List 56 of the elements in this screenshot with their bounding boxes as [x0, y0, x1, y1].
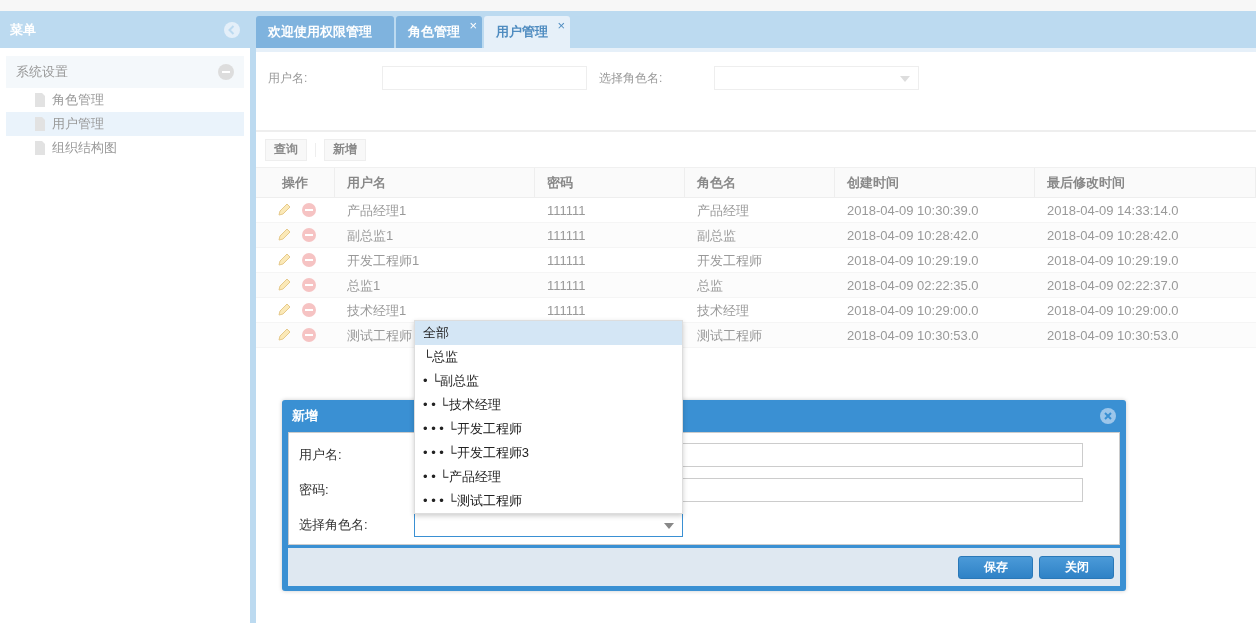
toolbar-button[interactable]: 查询	[265, 138, 307, 161]
pencil-icon[interactable]	[276, 227, 292, 243]
delete-icon[interactable]	[301, 327, 317, 343]
field-label: 密码:	[299, 481, 330, 499]
close-icon[interactable]: ×	[557, 18, 565, 33]
column-header: 密码	[535, 168, 685, 198]
close-icon[interactable]	[1100, 408, 1116, 424]
column-header: 最后修改时间	[1035, 168, 1256, 198]
column-header: 角色名	[685, 168, 835, 198]
delete-icon[interactable]	[301, 277, 317, 293]
close-icon[interactable]: ×	[469, 18, 477, 33]
delete-icon[interactable]	[301, 202, 317, 218]
collapse-icon[interactable]	[224, 21, 240, 38]
tree-item[interactable]: 用户管理	[6, 112, 244, 136]
delete-icon[interactable]	[301, 302, 317, 318]
file-icon	[32, 92, 48, 108]
dialog-button[interactable]: 保存	[958, 555, 1033, 579]
delete-icon[interactable]	[301, 227, 317, 243]
delete-icon[interactable]	[301, 252, 317, 268]
column-header: 操作	[256, 168, 335, 198]
tab[interactable]: 用户管理 ×	[484, 16, 570, 48]
dropdown-option[interactable]: • • • └测试工程师	[415, 489, 682, 513]
column-header: 创建时间	[835, 168, 1035, 198]
dropdown-option[interactable]: • • └产品经理	[415, 465, 682, 489]
pencil-icon[interactable]	[276, 327, 292, 343]
dropdown-option[interactable]: └总监	[415, 345, 682, 369]
dropdown-option[interactable]: • • • └开发工程师3	[415, 441, 682, 465]
file-icon	[32, 140, 48, 156]
pencil-icon[interactable]	[276, 252, 292, 268]
field-label: 用户名:	[299, 446, 343, 464]
minus-icon[interactable]	[218, 64, 234, 80]
dropdown-option[interactable]: 全部	[415, 321, 682, 345]
role-select[interactable]	[714, 66, 919, 90]
dialog-button[interactable]: 关闭	[1039, 555, 1114, 579]
caret-icon	[900, 76, 910, 82]
dialog-title: 新增	[292, 407, 318, 425]
file-icon	[32, 116, 48, 132]
tab[interactable]: 欢迎使用权限管理	[256, 16, 394, 48]
dropdown-option[interactable]: • • • └开发工程师	[415, 417, 682, 441]
pencil-icon[interactable]	[276, 302, 292, 318]
tree-item[interactable]: 组织结构图	[6, 136, 244, 160]
sidebar-title: 菜单	[10, 20, 36, 39]
tree-item[interactable]: 角色管理	[6, 88, 244, 112]
field-label: 选择角色名:	[599, 70, 664, 87]
field-label: 用户名:	[268, 70, 309, 87]
menu-group[interactable]: 系统设置	[6, 56, 244, 88]
pencil-icon[interactable]	[276, 202, 292, 218]
dropdown-option[interactable]: • └副总监	[415, 369, 682, 393]
pencil-icon[interactable]	[276, 277, 292, 293]
caret-icon	[664, 523, 674, 529]
column-header: 用户名	[335, 168, 535, 198]
dropdown-option[interactable]: • • └技术经理	[415, 393, 682, 417]
tab[interactable]: 角色管理 ×	[396, 16, 482, 48]
toolbar-button[interactable]: 新增	[324, 138, 366, 161]
field-label: 选择角色名:	[299, 516, 369, 534]
group-label: 系统设置	[16, 63, 68, 81]
